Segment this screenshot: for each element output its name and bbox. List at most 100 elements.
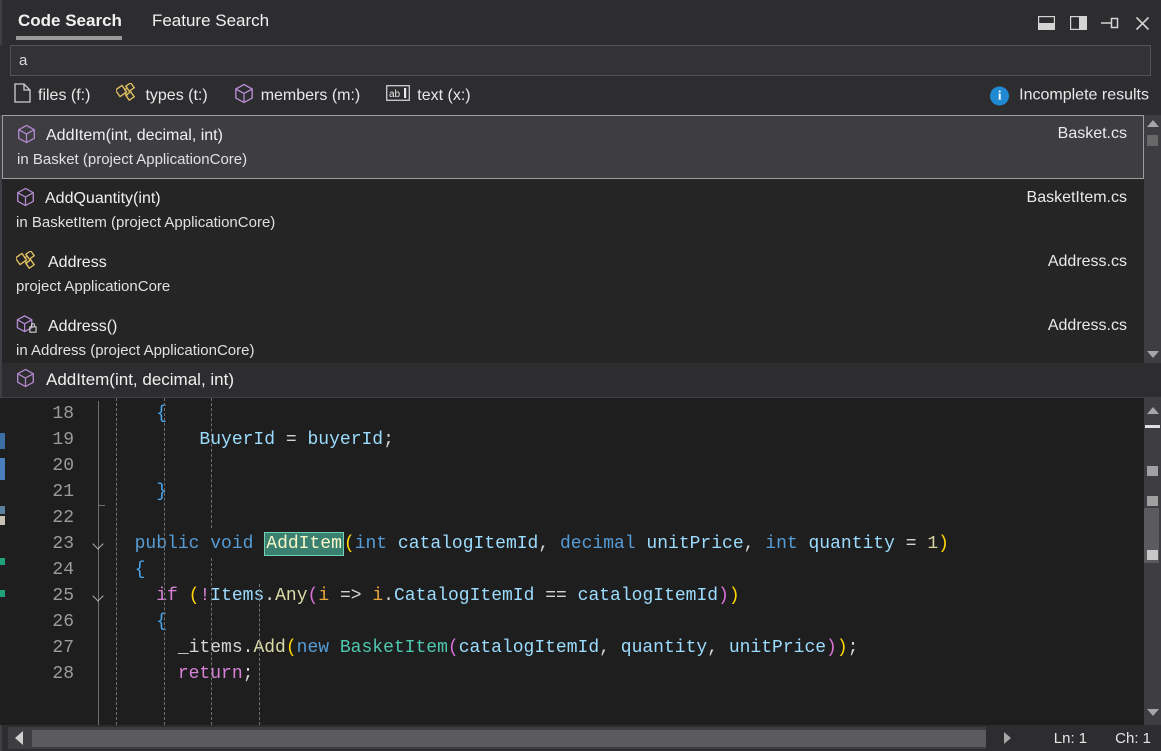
line-number: 24 bbox=[5, 557, 74, 583]
char-indicator: Ch: 1 bbox=[1115, 730, 1151, 747]
filter-types-label: types (t:) bbox=[145, 87, 207, 105]
code-scrollbar[interactable] bbox=[1144, 398, 1161, 725]
fold-chevron-line-25[interactable] bbox=[92, 583, 105, 609]
hscroll-right-icon[interactable] bbox=[1004, 732, 1011, 744]
horizontal-scrollbar[interactable] bbox=[8, 727, 986, 749]
member-cube-icon bbox=[17, 124, 36, 149]
line-number: 27 bbox=[5, 635, 74, 661]
result-row-0-file: Basket.cs bbox=[1058, 125, 1127, 143]
text-ab-icon: ab bbox=[386, 84, 410, 107]
code-line-22 bbox=[113, 505, 1144, 531]
results-scroll-up-icon[interactable] bbox=[1144, 115, 1161, 132]
code-text-area[interactable]: { BuyerId = buyerId; } public void AddIt… bbox=[113, 398, 1144, 725]
line-number: 28 bbox=[5, 661, 74, 687]
result-row-3[interactable]: Address() in Address (project Applicatio… bbox=[2, 307, 1144, 363]
filter-types[interactable]: types (t:) bbox=[116, 83, 207, 108]
result-row-1-subtitle: in BasketItem (project ApplicationCore) bbox=[16, 214, 1128, 231]
result-row-3-file: Address.cs bbox=[1048, 317, 1127, 335]
result-row-1[interactable]: AddQuantity(int) in BasketItem (project … bbox=[2, 179, 1144, 243]
filter-members[interactable]: members (m:) bbox=[234, 83, 361, 109]
hscroll-left-icon[interactable] bbox=[8, 731, 30, 745]
tab-feature-search[interactable]: Feature Search bbox=[150, 11, 279, 40]
results-scroll-thumb[interactable] bbox=[1147, 135, 1158, 146]
pin-icon[interactable] bbox=[1099, 12, 1121, 34]
result-row-1-file: BasketItem.cs bbox=[1027, 189, 1127, 207]
line-number: 19 bbox=[5, 427, 74, 453]
change-mark bbox=[0, 506, 5, 514]
code-folding-bar bbox=[83, 398, 113, 725]
line-number-gutter: 18 19 20 21 22 23 24 25 26 27 28 bbox=[5, 398, 83, 725]
code-line-19: BuyerId = buyerId; bbox=[113, 427, 1144, 453]
search-row bbox=[0, 45, 1161, 76]
search-match-highlight: AddItem bbox=[264, 532, 344, 556]
filter-files[interactable]: files (f:) bbox=[14, 83, 90, 108]
code-line-23: public void AddItem(int catalogItemId, d… bbox=[113, 531, 1144, 557]
filter-text-label: text (x:) bbox=[417, 87, 470, 105]
incomplete-results-notice: i Incomplete results bbox=[990, 86, 1149, 105]
code-scroll-down-icon[interactable] bbox=[1144, 704, 1161, 721]
result-row-1-title-line: AddQuantity(int) bbox=[16, 187, 1128, 211]
line-number: 22 bbox=[5, 505, 74, 531]
result-row-0[interactable]: AddItem(int, decimal, int) in Basket (pr… bbox=[2, 115, 1144, 179]
results-list: AddItem(int, decimal, int) in Basket (pr… bbox=[2, 115, 1144, 363]
filter-files-label: files (f:) bbox=[38, 87, 90, 105]
result-row-0-subtitle: in Basket (project ApplicationCore) bbox=[17, 151, 1127, 168]
preview-header: AddItem(int, decimal, int) bbox=[0, 363, 1161, 398]
change-mark bbox=[0, 558, 5, 565]
result-row-0-title-line: AddItem(int, decimal, int) bbox=[17, 124, 1127, 148]
svg-text:ab: ab bbox=[389, 89, 401, 100]
member-cube-private-icon bbox=[16, 314, 38, 340]
code-scroll-annotation-marker[interactable] bbox=[1147, 496, 1158, 506]
line-number: 26 bbox=[5, 609, 74, 635]
line-number: 21 bbox=[5, 479, 74, 505]
result-row-1-title: AddQuantity(int) bbox=[45, 190, 161, 208]
title-bar: Code Search Feature Search bbox=[0, 0, 1161, 45]
code-line-25: if (!Items.Any(i => i.CatalogItemId == c… bbox=[113, 583, 1144, 609]
fold-chevron-line-23[interactable] bbox=[92, 531, 105, 557]
results-scrollbar[interactable] bbox=[1144, 115, 1161, 363]
line-number: 23 bbox=[5, 531, 74, 557]
split-panel-icon[interactable] bbox=[1067, 12, 1089, 34]
code-scroll-up-icon[interactable] bbox=[1144, 402, 1161, 419]
results-panel: AddItem(int, decimal, int) in Basket (pr… bbox=[0, 115, 1161, 363]
search-input[interactable] bbox=[19, 52, 1142, 69]
results-scroll-down-icon[interactable] bbox=[1144, 346, 1161, 363]
code-scroll-annotation-marker[interactable] bbox=[1147, 550, 1158, 560]
tab-code-search[interactable]: Code Search bbox=[16, 11, 132, 40]
change-mark bbox=[0, 516, 5, 525]
info-icon: i bbox=[990, 86, 1009, 105]
file-icon bbox=[14, 83, 31, 108]
code-line-21: } bbox=[113, 479, 1144, 505]
hscroll-thumb[interactable] bbox=[32, 730, 986, 747]
line-indicator: Ln: 1 bbox=[1054, 730, 1087, 747]
types-icon bbox=[16, 251, 38, 276]
search-box[interactable] bbox=[10, 45, 1151, 76]
code-line-20 bbox=[113, 453, 1144, 479]
status-bar: Ln: 1 Ch: 1 bbox=[0, 725, 1161, 751]
result-row-2-title: Address bbox=[48, 254, 107, 272]
code-scroll-annotation-marker[interactable] bbox=[1147, 466, 1158, 476]
incomplete-results-label: Incomplete results bbox=[1019, 87, 1149, 105]
result-row-2-title-line: Address bbox=[16, 251, 1128, 275]
code-line-18: { bbox=[113, 401, 1144, 427]
preview-title: AddItem(int, decimal, int) bbox=[46, 370, 234, 390]
types-icon bbox=[116, 83, 138, 108]
code-preview-pane: 18 19 20 21 22 23 24 25 26 27 28 { bbox=[0, 398, 1161, 725]
code-scroll-position-marker bbox=[1145, 425, 1160, 428]
result-row-3-title: Address() bbox=[48, 318, 117, 336]
dock-bottom-icon[interactable] bbox=[1035, 12, 1057, 34]
result-row-2[interactable]: Address project ApplicationCore Address.… bbox=[2, 243, 1144, 307]
tab-code-search-label: Code Search bbox=[18, 11, 122, 30]
change-bar bbox=[0, 398, 5, 725]
filter-text[interactable]: ab text (x:) bbox=[386, 84, 470, 107]
change-mark bbox=[0, 433, 5, 449]
close-icon[interactable] bbox=[1131, 12, 1153, 34]
window-controls bbox=[1035, 12, 1153, 34]
line-number: 20 bbox=[5, 453, 74, 479]
status-indicators: Ln: 1 Ch: 1 bbox=[1054, 730, 1151, 747]
line-number: 25 bbox=[5, 583, 74, 609]
code-search-window: Code Search Feature Search bbox=[0, 0, 1161, 751]
line-number: 18 bbox=[5, 401, 74, 427]
filter-bar: files (f:) types (t:) mem bbox=[0, 76, 1161, 115]
code-line-27: _items.Add(new BasketItem(catalogItemId,… bbox=[113, 635, 1144, 661]
